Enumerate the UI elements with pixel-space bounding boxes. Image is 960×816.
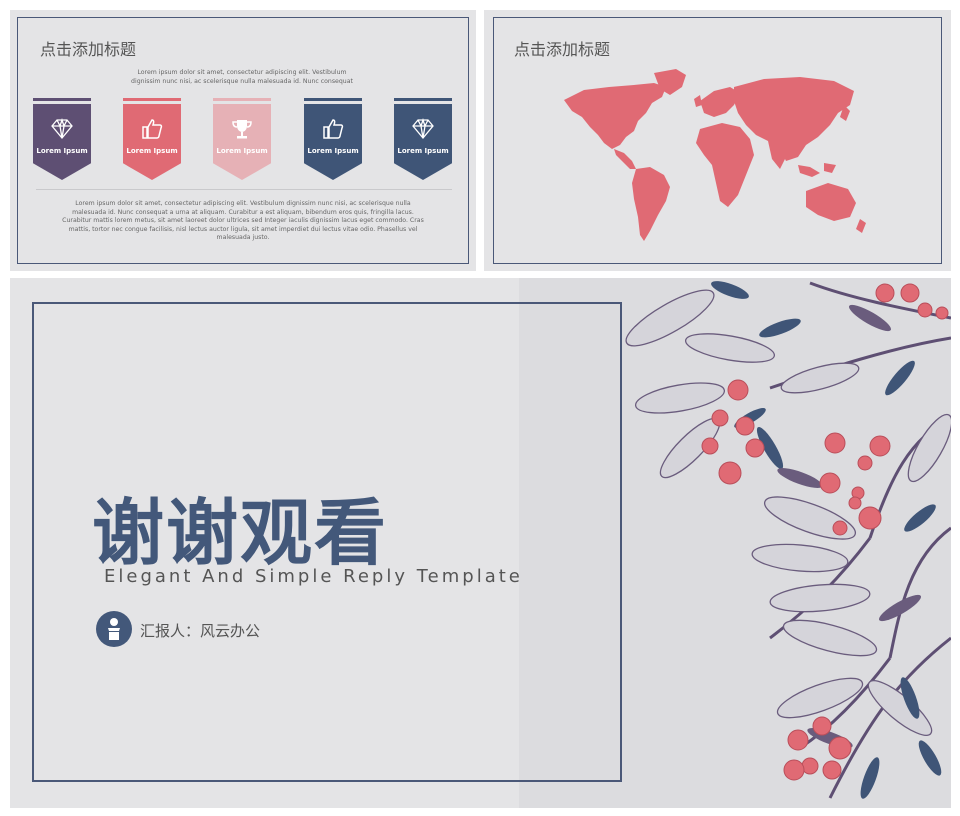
badge-4: Lorem Ipsum xyxy=(304,98,362,181)
reporter-text[interactable]: 汇报人：风云办公 xyxy=(140,620,260,641)
badge-1: Lorem Ipsum xyxy=(33,98,91,181)
thumbs-up-icon xyxy=(323,119,344,139)
badge-bar xyxy=(394,98,452,101)
badge-label: Lorem Ipsum xyxy=(126,147,178,155)
diamond-icon xyxy=(51,117,73,140)
world-map-icon xyxy=(564,69,866,241)
badge-label: Lorem Ipsum xyxy=(216,147,268,155)
trophy-icon xyxy=(232,120,252,139)
diamond-icon xyxy=(412,117,434,140)
thumbs-up-icon xyxy=(142,119,163,139)
badge-bar xyxy=(304,98,362,101)
slide-title[interactable]: 点击添加标题 xyxy=(40,36,136,60)
badge-bar xyxy=(33,98,91,101)
body-text[interactable]: Lorem ipsum dolor sit amet, consectetur … xyxy=(62,200,424,243)
intro-text[interactable]: Lorem ipsum dolor sit amet, consectetur … xyxy=(122,69,362,86)
badge-label: Lorem Ipsum xyxy=(36,147,88,155)
divider xyxy=(36,189,452,190)
slide-thumbnail-2[interactable]: 点击添加标题 xyxy=(484,10,951,271)
slide-title[interactable]: 点击添加标题 xyxy=(514,36,610,60)
badge-label: Lorem Ipsum xyxy=(397,147,449,155)
subtitle[interactable]: Elegant And Simple Reply Template xyxy=(104,566,523,587)
badge-2: Lorem Ipsum xyxy=(123,98,181,181)
badge-bar xyxy=(213,98,271,101)
badge-bar xyxy=(123,98,181,101)
badge-label: Lorem Ipsum xyxy=(307,147,359,155)
thank-you-title[interactable]: 谢谢观看 xyxy=(92,474,388,579)
slide-main[interactable]: 谢谢观看 Elegant And Simple Reply Template 汇… xyxy=(10,278,951,808)
floral-decoration-icon xyxy=(625,281,951,799)
badge-3: Lorem Ipsum xyxy=(213,98,271,181)
badge-5: Lorem Ipsum xyxy=(394,98,452,181)
slide-thumbnail-1[interactable]: 点击添加标题 Lorem ipsum dolor sit amet, conse… xyxy=(10,10,476,271)
presenter-icon xyxy=(96,611,132,647)
